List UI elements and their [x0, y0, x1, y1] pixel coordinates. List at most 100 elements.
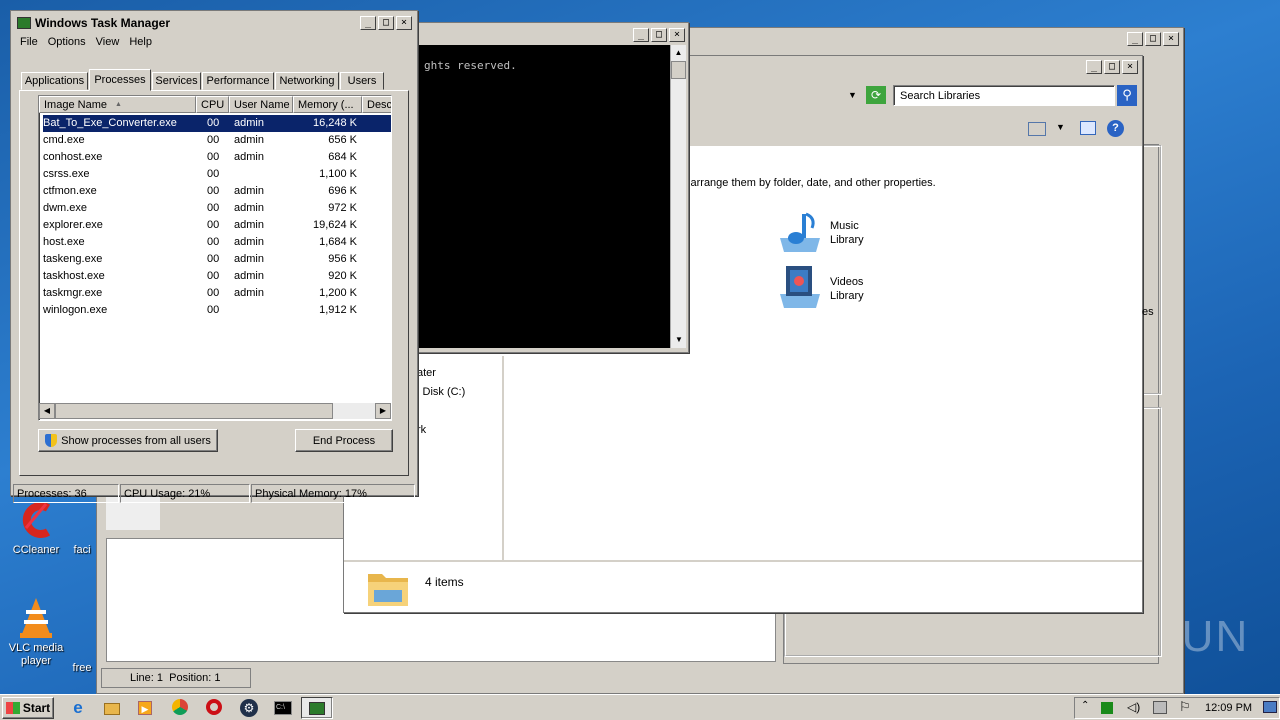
close-button[interactable]: ×	[1163, 32, 1179, 46]
menu-file[interactable]: File	[15, 36, 43, 52]
table-row[interactable]: explorer.exe 00 admin 19,624 K	[43, 217, 391, 234]
explorer-icon[interactable]	[104, 699, 124, 717]
scroll-down-icon[interactable]: ▼	[671, 332, 687, 348]
view-options-icon[interactable]	[1028, 122, 1046, 136]
horizontal-scrollbar[interactable]: ◀ ▶	[39, 403, 391, 419]
flag-icon[interactable]: ⚐	[1179, 699, 1191, 715]
cmd-title-buttons: _ □ ×	[633, 28, 685, 42]
preview-pane-icon[interactable]	[1080, 121, 1096, 135]
maximize-button[interactable]: □	[1104, 60, 1120, 74]
table-row[interactable]: Bat_To_Exe_Converter.exe 00 admin 16,248 K	[43, 115, 391, 132]
media-player-icon[interactable]: ▶	[138, 699, 158, 717]
col-image-name[interactable]: Image Name ▲	[39, 96, 196, 113]
start-label: Start	[22, 701, 51, 715]
library-music[interactable]: Music Library	[776, 208, 896, 256]
table-row[interactable]: taskeng.exe 00 admin 956 K	[43, 251, 391, 268]
chrome-icon[interactable]	[172, 699, 192, 717]
minimize-button[interactable]: _	[1127, 32, 1143, 46]
explorer-title-buttons: _ □ ×	[1086, 60, 1138, 74]
cmd-console[interactable]: ghts reserved.	[410, 45, 670, 348]
maximize-button[interactable]: □	[1145, 32, 1161, 46]
minimize-button[interactable]: _	[633, 28, 649, 42]
maximize-button[interactable]: □	[378, 16, 394, 30]
close-button[interactable]: ×	[669, 28, 685, 42]
scroll-thumb[interactable]	[671, 61, 686, 79]
tray-app-icon[interactable]	[1101, 702, 1113, 714]
table-row[interactable]: dwm.exe 00 admin 972 K	[43, 200, 391, 217]
menu-options[interactable]: Options	[43, 36, 91, 52]
tab-services[interactable]: Services	[152, 72, 201, 90]
process-cpu: 00	[207, 168, 220, 180]
settings-icon[interactable]: ⚙	[240, 699, 260, 717]
desktop-icon-label: CCleaner	[12, 544, 60, 556]
tab-applications[interactable]: Applications	[21, 72, 88, 90]
table-row[interactable]: host.exe 00 admin 1,684 K	[43, 234, 391, 251]
search-icon[interactable]: ⚲	[1117, 85, 1137, 106]
desktop-icon-vlc[interactable]: VLC media player	[6, 596, 66, 668]
tab-processes[interactable]: Processes	[89, 69, 151, 91]
desktop-icon-ccleaner[interactable]: CCleaner	[6, 498, 66, 556]
col-description[interactable]: Desc	[362, 96, 391, 113]
close-button[interactable]: ×	[396, 16, 412, 30]
app-icon	[72, 498, 92, 542]
process-cpu: 00	[207, 134, 220, 146]
table-row[interactable]: csrss.exe 00 1,100 K	[43, 166, 391, 183]
scroll-right-icon[interactable]: ▶	[375, 403, 391, 419]
nav-item[interactable]: rk	[417, 424, 426, 436]
table-row[interactable]: taskhost.exe 00 admin 920 K	[43, 268, 391, 285]
scroll-thumb[interactable]	[55, 403, 333, 419]
volume-icon[interactable]: ◁)	[1127, 700, 1140, 714]
nav-item[interactable]: l Disk (C:)	[417, 386, 465, 398]
status-memory: Physical Memory: 17%	[251, 484, 415, 503]
show-all-users-button[interactable]: Show processes from all users	[38, 429, 218, 452]
desktop-icon-label: VLC media player	[8, 642, 64, 667]
close-button[interactable]: ×	[1122, 60, 1138, 74]
col-memory[interactable]: Memory (...	[293, 96, 362, 113]
scroll-up-icon[interactable]: ▲	[671, 45, 686, 61]
window-title: Windows Task Manager	[35, 16, 171, 30]
table-row[interactable]: cmd.exe 00 admin 656 K	[43, 132, 391, 149]
opera-icon[interactable]	[206, 699, 226, 717]
folder-icon	[366, 566, 410, 611]
library-videos[interactable]: Videos Library	[776, 262, 896, 310]
start-button[interactable]: Start	[2, 697, 54, 719]
process-user: admin	[234, 253, 264, 265]
process-name: winlogon.exe	[43, 304, 108, 316]
network-icon[interactable]	[1153, 701, 1167, 714]
cmd-scrollbar[interactable]: ▲ ▼	[670, 45, 686, 348]
chevron-down-icon[interactable]: ▼	[1056, 122, 1065, 132]
menu-help[interactable]: Help	[124, 36, 157, 52]
tab-networking[interactable]: Networking	[275, 72, 339, 90]
help-icon[interactable]: ?	[1107, 120, 1124, 137]
tab-performance[interactable]: Performance	[202, 72, 274, 90]
taskmgr-taskbar-button[interactable]	[301, 697, 333, 719]
process-user: admin	[234, 202, 264, 214]
tab-users[interactable]: Users	[340, 72, 384, 90]
maximize-button[interactable]: □	[651, 28, 667, 42]
menu-view[interactable]: View	[91, 36, 125, 52]
col-user-name[interactable]: User Name	[229, 96, 293, 113]
table-row[interactable]: ctfmon.exe 00 admin 696 K	[43, 183, 391, 200]
ie-icon[interactable]: e	[68, 699, 88, 717]
tray-expand-icon[interactable]: ⌃	[1081, 700, 1089, 711]
taskmgr-titlebar: Windows Task Manager	[13, 13, 415, 33]
cmd-icon[interactable]: C:\	[274, 699, 294, 717]
table-row[interactable]: conhost.exe 00 admin 684 K	[43, 149, 391, 166]
end-process-button[interactable]: End Process	[295, 429, 393, 452]
refresh-icon[interactable]: ⟳	[866, 86, 886, 104]
col-cpu[interactable]: CPU	[196, 96, 229, 113]
clock[interactable]: 12:09 PM	[1205, 702, 1252, 714]
search-input[interactable]: Search Libraries	[893, 85, 1115, 106]
address-dropdown-icon[interactable]: ▼	[848, 90, 857, 100]
scroll-left-icon[interactable]: ◀	[39, 403, 55, 419]
minimize-button[interactable]: _	[1086, 60, 1102, 74]
minimize-button[interactable]: _	[360, 16, 376, 30]
table-row[interactable]: winlogon.exe 00 1,912 K	[43, 302, 391, 319]
table-row[interactable]: taskmgr.exe 00 admin 1,200 K	[43, 285, 391, 302]
nav-item[interactable]: ater	[417, 367, 436, 379]
process-user: admin	[234, 236, 264, 248]
show-desktop-icon[interactable]	[1263, 701, 1277, 713]
process-name: dwm.exe	[43, 202, 88, 214]
library-sub: Library	[830, 234, 864, 246]
status-position: Position: 1	[169, 672, 221, 684]
